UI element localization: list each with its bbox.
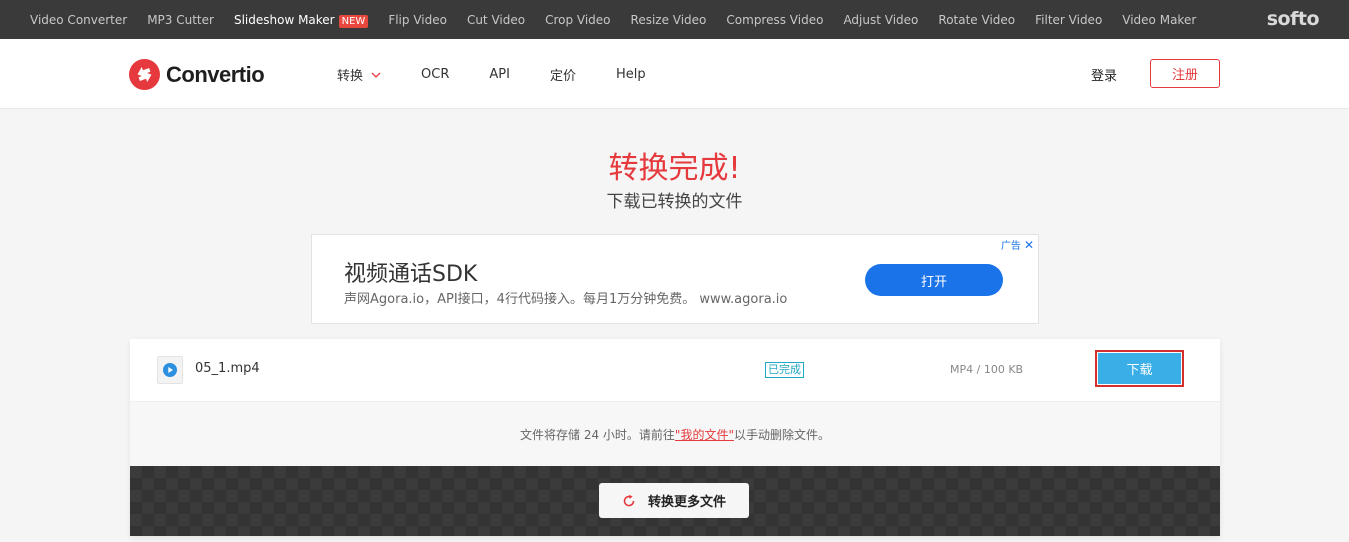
file-format-size: MP4 / 100 KB xyxy=(950,363,1024,376)
chevron-down-icon xyxy=(371,67,381,82)
new-badge: NEW xyxy=(338,14,369,28)
tool-mp3-cutter[interactable]: MP3 Cutter xyxy=(147,13,214,27)
ad-open-button[interactable]: 打开 xyxy=(865,264,1003,296)
ad-label: 广告 xyxy=(1000,241,1021,252)
nav-convert[interactable]: 转换 xyxy=(337,65,381,84)
tool-label: Slideshow Maker xyxy=(233,12,335,27)
softo-logo[interactable]: softo xyxy=(1267,8,1320,30)
logo-text: Convertio xyxy=(166,61,265,87)
ad-description[interactable]: 声网Agora.io，API接口，4行代码接入。每月1万分钟免费。 www.ag… xyxy=(344,288,787,307)
tool-cut-video[interactable]: Cut Video xyxy=(467,13,525,27)
status-badge: 已完成 xyxy=(765,362,804,378)
download-button-label: 下载 xyxy=(1098,353,1181,384)
signup-button[interactable]: 注册 xyxy=(1150,59,1220,88)
my-files-link[interactable]: "我的文件" xyxy=(675,428,734,442)
download-button[interactable]: 下载 xyxy=(1095,350,1184,387)
convert-more-bar: 转换更多文件 xyxy=(130,466,1220,536)
page-subtitle: 下载已转换的文件 xyxy=(606,192,743,212)
tool-flip-video[interactable]: Flip Video xyxy=(388,13,447,27)
result-panel: 05_1.mp4 已完成 MP4 / 100 KB 下载 文件将存储 24 小时… xyxy=(130,339,1220,536)
tool-crop-video[interactable]: Crop Video xyxy=(545,13,610,27)
convertio-logo-icon xyxy=(129,59,160,90)
ad-banner[interactable]: 视频通话SDK 声网Agora.io，API接口，4行代码接入。每月1万分钟免费… xyxy=(311,234,1039,324)
nav-pricing[interactable]: 定价 xyxy=(550,65,576,84)
site-header: Convertio 转换 OCR API 定价 Help 登录 注册 xyxy=(0,39,1349,109)
notice-text-after: 以手动删除文件。 xyxy=(733,428,830,442)
nav-api[interactable]: API xyxy=(489,67,510,82)
tool-rotate-video[interactable]: Rotate Video xyxy=(938,13,1015,27)
nav-ocr[interactable]: OCR xyxy=(421,67,449,82)
tool-filter-video[interactable]: Filter Video xyxy=(1035,13,1102,27)
storage-notice: 文件将存储 24 小时。请前往"我的文件"以手动删除文件。 xyxy=(130,402,1220,466)
tool-video-maker[interactable]: Video Maker xyxy=(1122,13,1196,27)
login-link[interactable]: 登录 xyxy=(1091,65,1117,84)
tool-adjust-video[interactable]: Adjust Video xyxy=(843,13,918,27)
tool-resize-video[interactable]: Resize Video xyxy=(631,13,707,27)
tool-slideshow-maker[interactable]: Slideshow Maker NEW xyxy=(233,12,369,28)
ad-title[interactable]: 视频通话SDK xyxy=(344,256,477,288)
convert-more-button[interactable]: 转换更多文件 xyxy=(599,483,749,518)
softo-toolbar: Video Converter MP3 Cutter Slideshow Mak… xyxy=(0,0,1349,39)
nav-convert-label: 转换 xyxy=(337,69,364,84)
file-name: 05_1.mp4 xyxy=(195,361,260,376)
tool-video-converter[interactable]: Video Converter xyxy=(30,13,127,27)
notice-text-before: 文件将存储 24 小时。请前往 xyxy=(520,428,675,442)
convertio-logo[interactable]: Convertio xyxy=(129,59,265,90)
close-icon[interactable]: ✕ xyxy=(1024,238,1034,252)
refresh-icon xyxy=(622,494,636,508)
main-nav: 转换 OCR API 定价 Help xyxy=(337,65,686,84)
convert-more-label: 转换更多文件 xyxy=(647,495,726,510)
nav-help[interactable]: Help xyxy=(616,67,646,82)
file-row: 05_1.mp4 已完成 MP4 / 100 KB 下载 xyxy=(130,339,1220,402)
tool-compress-video[interactable]: Compress Video xyxy=(726,13,823,27)
ad-choices[interactable]: 广告 ✕ xyxy=(1000,237,1034,253)
page-title: 转换完成! xyxy=(608,151,741,186)
play-icon[interactable] xyxy=(157,356,183,384)
